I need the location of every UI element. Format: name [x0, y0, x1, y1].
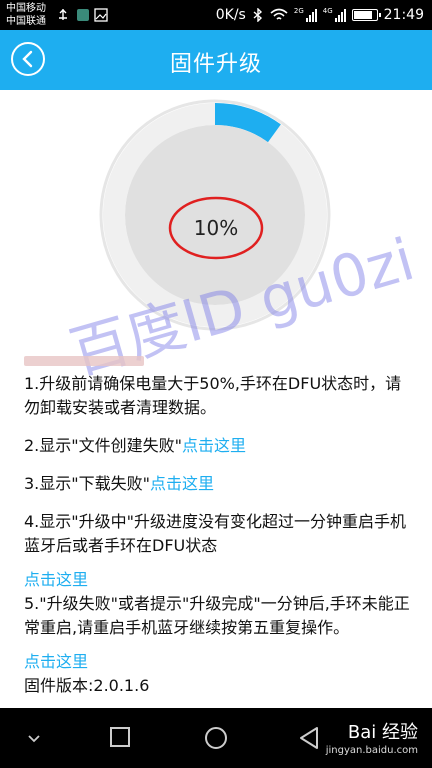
nav-recents-icon: [110, 727, 130, 747]
nav-collapse-button[interactable]: [26, 730, 42, 749]
bluetooth-icon: [253, 8, 262, 22]
instruction-2-text: 2.显示"文件创建失败": [24, 436, 182, 455]
instruction-5-link[interactable]: 点击这里: [24, 652, 88, 671]
upgrade-progress: 10%: [95, 95, 335, 335]
instruction-5-link-row: 点击这里: [24, 650, 416, 674]
network-label-2: 4G: [322, 7, 333, 15]
status-right: 0K/s 2G 4G 21:49: [216, 7, 424, 23]
progress-ring: 10%: [99, 99, 331, 331]
instructions: 1.升级前请确保电量大于50%,手环在DFU状态时，请勿卸载安装或者清理数据。 …: [24, 356, 416, 698]
instruction-2-link[interactable]: 点击这里: [182, 436, 246, 455]
firmware-version: 固件版本:2.0.1.6: [24, 676, 150, 695]
obscured-text: [24, 356, 144, 366]
clock: 21:49: [383, 7, 424, 23]
instruction-1: 1.升级前请确保电量大于50%,手环在DFU状态时，请勿卸载安装或者清理数据。: [24, 374, 402, 417]
network-label-1: 2G: [293, 7, 304, 15]
app-notification-icon: [77, 9, 89, 21]
app-header: 固件升级: [0, 30, 432, 90]
status-bar: 中国移动 中国联通 0K/s 2G 4G 21:49: [0, 0, 432, 30]
wifi-icon: [270, 8, 288, 20]
instruction-4-link-row: 点击这里: [24, 568, 416, 592]
page-title: 固件升级: [169, 52, 262, 77]
baidu-watermark: Bai 经验 jingyan.baidu.com: [326, 724, 418, 760]
nav-back-button[interactable]: [298, 726, 320, 754]
carrier-2: 中国联通: [6, 16, 46, 27]
instruction-4-link[interactable]: 点击这里: [24, 570, 88, 589]
instruction-5: 5."升级失败"或者提示"升级完成"一分钟后,手环未能正常重启,请重启手机蓝牙继…: [24, 594, 410, 637]
nav-recents-button[interactable]: [109, 726, 131, 752]
nav-home-icon: [205, 727, 227, 749]
image-notification-icon: [94, 8, 108, 22]
baidu-url: jingyan.baidu.com: [325, 745, 418, 756]
instruction-2: 2.显示"文件创建失败"点击这里: [24, 434, 416, 458]
navigation-bar: Bai 经验 jingyan.baidu.com: [0, 708, 432, 768]
signal-1-icon: [305, 8, 317, 22]
instruction-3: 3.显示"下载失败"点击这里: [24, 472, 416, 496]
instruction-4: 4.显示"升级中"升级进度没有变化超过一分钟重启手机蓝牙后或者手环在DFU状态: [24, 512, 406, 555]
battery-level: [353, 11, 372, 19]
network-speed: 0K/s: [215, 7, 246, 23]
progress-percentage: 10%: [194, 216, 238, 240]
progress-inner-disc: [125, 125, 305, 305]
baidu-brand: Bai 经验: [347, 722, 418, 743]
instruction-3-text: 3.显示"下载失败": [24, 474, 150, 493]
instruction-3-link[interactable]: 点击这里: [150, 474, 214, 493]
nav-back-icon: [300, 727, 318, 749]
nav-home-button[interactable]: [204, 726, 228, 754]
usb-icon: [59, 9, 67, 20]
signal-2-icon: [334, 8, 346, 22]
battery-icon: [351, 9, 381, 21]
nav-collapse-icon: [28, 735, 40, 743]
carrier-1: 中国移动: [6, 3, 46, 14]
carrier-info: 中国移动 中国联通: [6, 2, 46, 28]
